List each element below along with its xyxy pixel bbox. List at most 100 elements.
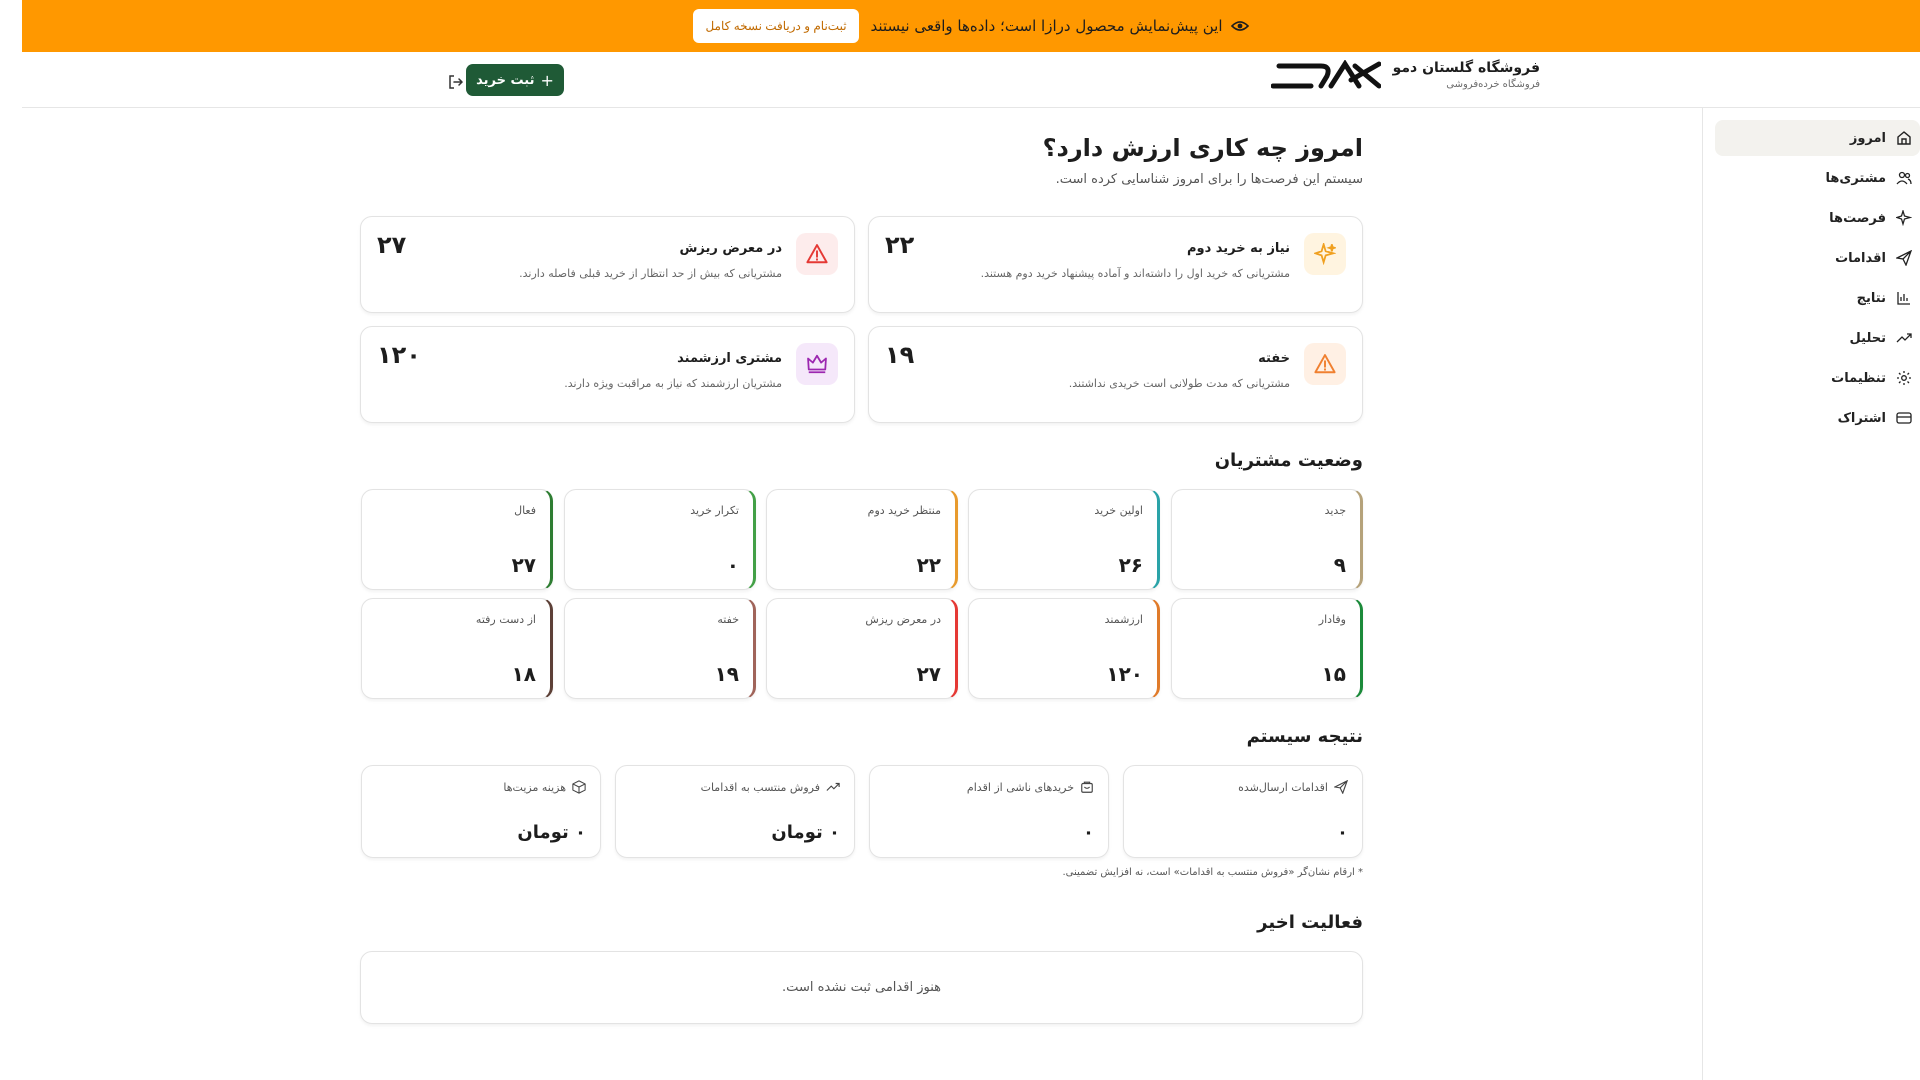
sidebar-item-analysis[interactable]: تحلیل xyxy=(1715,320,1920,356)
status-label: تکرار خرید xyxy=(690,504,739,517)
status-value: ۱۵ xyxy=(1321,662,1346,686)
send-icon xyxy=(1334,780,1348,794)
status-value: ۲۲ xyxy=(916,553,941,577)
opportunity-card[interactable]: نیاز به خرید دوم مشتریانی که خرید اول را… xyxy=(868,216,1363,313)
status-card[interactable]: جدید ۹ xyxy=(1171,489,1363,590)
sidebar-item-label: تحلیل xyxy=(1849,330,1886,346)
sidebar: امروز مشتری‌ها فرصت‌ها اقدامات نتایج تحل… xyxy=(1702,108,1920,1080)
opportunity-title: مشتری ارزشمند xyxy=(677,351,782,366)
bag-icon xyxy=(1081,781,1093,793)
result-label: خریدهای ناشی از اقدام xyxy=(967,780,1094,794)
bar-chart-icon xyxy=(1897,292,1910,305)
activity-empty-state: هنوز اقدامی ثبت نشده است. xyxy=(360,951,1363,1024)
sidebar-item-opportunities[interactable]: فرصت‌ها xyxy=(1715,200,1920,236)
result-label-text: اقدامات ارسال‌شده xyxy=(1238,780,1328,794)
status-label: از دست رفته xyxy=(475,613,536,626)
store-type: فروشگاه خرده‌فروشی xyxy=(1446,79,1540,90)
result-label: هزینه مزیت‌ها xyxy=(503,780,586,794)
signup-button[interactable]: ثبت‌نام و دریافت نسخه کامل xyxy=(693,9,859,43)
status-card[interactable]: وفادار ۱۵ xyxy=(1171,598,1363,699)
plus-icon: + xyxy=(540,70,554,90)
result-label-text: هزینه مزیت‌ها xyxy=(503,780,566,794)
gear-icon xyxy=(1897,371,1911,385)
alert-icon xyxy=(1304,343,1346,385)
brand[interactable]: فروشگاه گلستان دمو فروشگاه خرده‌فروشی xyxy=(1270,60,1540,90)
send-icon xyxy=(1896,250,1912,266)
sidebar-item-label: اقدامات xyxy=(1835,250,1886,266)
trend-icon xyxy=(1896,333,1912,343)
sidebar-item-subscription[interactable]: اشتراک xyxy=(1715,400,1920,436)
result-label: فروش منتسب به اقدامات xyxy=(701,780,840,794)
eye-icon xyxy=(1230,21,1249,31)
sidebar-item-results[interactable]: نتایج xyxy=(1715,280,1920,316)
status-card[interactable]: در معرض ریزش ۲۷ xyxy=(766,598,958,699)
banner-message: این پیش‌نمایش محصول درازا است؛ داده‌ها و… xyxy=(871,17,1249,35)
activity-section-title: فعالیت اخیر xyxy=(1257,912,1363,933)
result-card: هزینه مزیت‌ها ۰ تومان xyxy=(361,765,601,858)
store-name: فروشگاه گلستان دمو xyxy=(1392,60,1540,76)
status-card[interactable]: ارزشمند ۱۲۰ xyxy=(968,598,1160,699)
status-card[interactable]: فعال ۲۷ xyxy=(361,489,553,590)
status-card[interactable]: تکرار خرید ۰ xyxy=(564,489,756,590)
opportunity-desc: مشتریان ارزشمند که نیاز به مراقبت ویژه د… xyxy=(564,377,782,390)
card-icon xyxy=(1896,412,1912,424)
status-value: ۱۲۰ xyxy=(1106,662,1143,686)
result-value: ۰ xyxy=(1337,822,1348,843)
status-card[interactable]: اولین خرید ۲۶ xyxy=(968,489,1160,590)
sidebar-item-actions[interactable]: اقدامات xyxy=(1715,240,1920,276)
page-title: امروز چه کاری ارزش دارد؟ xyxy=(1042,134,1363,162)
opportunity-desc: مشتریانی که مدت طولانی است خریدی نداشتند… xyxy=(1068,377,1290,390)
status-value: ۱۹ xyxy=(714,662,739,686)
status-value: ۱۸ xyxy=(511,662,536,686)
status-card[interactable]: خفته ۱۹ xyxy=(564,598,756,699)
status-label: منتظر خرید دوم xyxy=(867,504,941,517)
sidebar-item-label: تنظیمات xyxy=(1831,370,1886,386)
add-purchase-label: ثبت خرید xyxy=(476,72,535,88)
add-purchase-button[interactable]: + ثبت خرید xyxy=(466,64,564,96)
opportunity-card[interactable]: خفته مشتریانی که مدت طولانی است خریدی ند… xyxy=(868,326,1363,423)
result-label: اقدامات ارسال‌شده xyxy=(1238,780,1348,794)
sidebar-item-customers[interactable]: مشتری‌ها xyxy=(1715,160,1920,196)
page-subtitle: سیستم این فرصت‌ها را برای امروز شناسایی … xyxy=(1055,172,1363,187)
sidebar-item-label: اشتراک xyxy=(1837,410,1886,426)
status-label: جدید xyxy=(1324,504,1346,517)
sidebar-item-label: فرصت‌ها xyxy=(1829,210,1886,226)
logout-icon[interactable] xyxy=(444,70,468,94)
logo-icon xyxy=(1270,60,1381,89)
sparkle-icon xyxy=(1896,210,1912,226)
status-card[interactable]: منتظر خرید دوم ۲۲ xyxy=(766,489,958,590)
crown-icon xyxy=(796,343,838,385)
opportunity-card[interactable]: مشتری ارزشمند مشتریان ارزشمند که نیاز به… xyxy=(360,326,855,423)
status-label: در معرض ریزش xyxy=(865,613,941,626)
result-card: خریدهای ناشی از اقدام ۰ xyxy=(869,765,1109,858)
status-label: خفته xyxy=(717,613,739,626)
empty-message: هنوز اقدامی ثبت نشده است. xyxy=(782,980,941,995)
status-value: ۰ xyxy=(726,553,739,577)
sidebar-item-settings[interactable]: تنظیمات xyxy=(1715,360,1920,396)
demo-banner: این پیش‌نمایش محصول درازا است؛ داده‌ها و… xyxy=(22,0,1920,52)
status-label: فعال xyxy=(514,504,536,517)
status-value: ۲۷ xyxy=(916,662,941,686)
result-label-text: فروش منتسب به اقدامات xyxy=(700,780,820,794)
sidebar-item-label: مشتری‌ها xyxy=(1825,170,1886,186)
opportunity-desc: مشتریانی که خرید اول را داشته‌اند و آماد… xyxy=(980,267,1290,280)
status-value: ۲۶ xyxy=(1118,553,1143,577)
status-label: ارزشمند xyxy=(1104,613,1143,626)
opportunity-card[interactable]: در معرض ریزش مشتریانی که بیش از حد انتظا… xyxy=(360,216,855,313)
status-card[interactable]: از دست رفته ۱۸ xyxy=(361,598,553,699)
opportunity-count: ۱۹ xyxy=(885,341,915,369)
status-value: ۹ xyxy=(1333,553,1346,577)
opportunity-count: ۲۷ xyxy=(377,231,407,259)
sidebar-item-label: نتایج xyxy=(1856,290,1886,306)
result-section-title: نتیجه سیستم xyxy=(1246,726,1363,747)
result-card: فروش منتسب به اقدامات ۰ تومان xyxy=(615,765,855,858)
sidebar-item-label: امروز xyxy=(1849,130,1886,146)
opportunity-count: ۱۲۰ xyxy=(377,341,421,369)
opportunity-title: نیاز به خرید دوم xyxy=(1186,241,1290,256)
home-icon xyxy=(1897,131,1911,145)
top-header: فروشگاه گلستان دمو فروشگاه خرده‌فروشی + … xyxy=(22,52,1920,108)
opportunity-desc: مشتریانی که بیش از حد انتظار از خرید قبل… xyxy=(519,267,782,280)
sidebar-item-today[interactable]: امروز xyxy=(1715,120,1920,156)
opportunity-title: در معرض ریزش xyxy=(679,241,782,256)
opportunity-title: خفته xyxy=(1258,351,1290,366)
